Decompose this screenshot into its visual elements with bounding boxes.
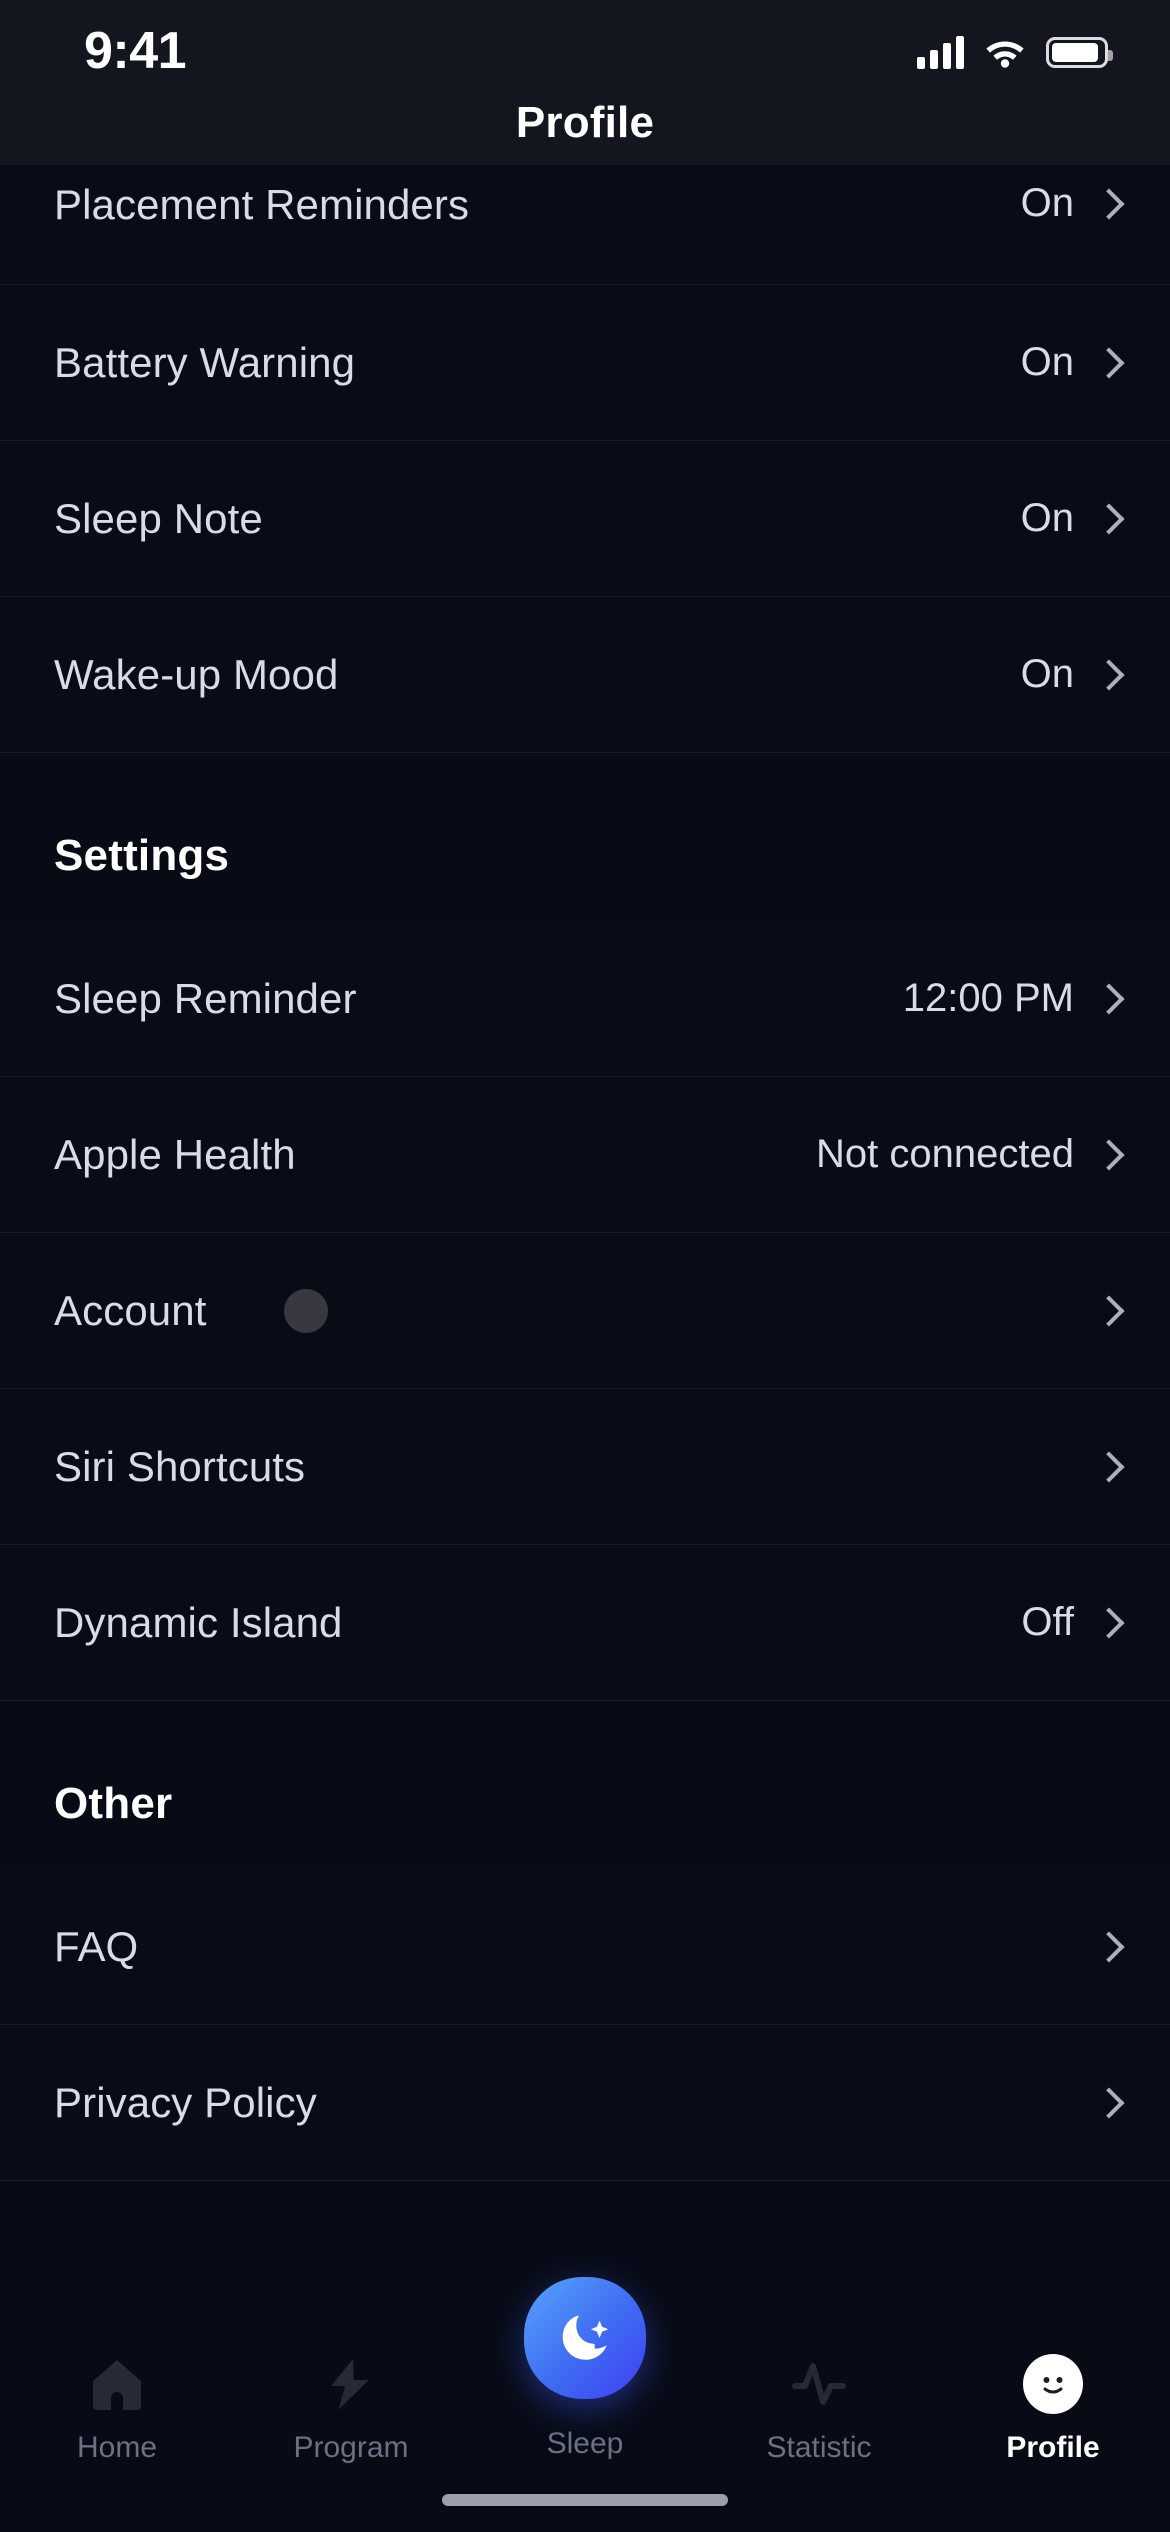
row-dynamic-island[interactable]: Dynamic Island Off (0, 1545, 1170, 1701)
row-privacy-policy[interactable]: Privacy Policy (0, 2025, 1170, 2181)
row-label: Sleep Reminder (54, 974, 357, 1022)
row-value: On (1020, 652, 1074, 696)
cellular-signal-icon (917, 35, 964, 69)
row-account[interactable]: Account (0, 1233, 1170, 1389)
chevron-right-icon (1096, 1294, 1116, 1328)
row-accessory (1096, 1930, 1116, 1964)
row-wake-up-mood[interactable]: Wake-up Mood On (0, 597, 1170, 753)
moon-star-icon (562, 2315, 609, 2360)
row-accessory: On (1021, 181, 1116, 226)
row-label: Battery Warning (54, 338, 356, 386)
section-header-settings: Settings (0, 753, 1170, 921)
home-icon (84, 2351, 150, 2417)
row-value: 12:00 PM (902, 976, 1074, 1020)
tab-label: Profile (1006, 2431, 1100, 2464)
section-title: Settings (54, 831, 230, 880)
row-accessory: Not connected (816, 1132, 1116, 1177)
chevron-right-icon (1096, 346, 1116, 380)
row-accessory: Off (1021, 1600, 1116, 1645)
row-label: Dynamic Island (54, 1598, 343, 1646)
tab-label: Statistic (766, 2431, 872, 2464)
row-siri-shortcuts[interactable]: Siri Shortcuts (0, 1389, 1170, 1545)
chevron-right-icon (1096, 1606, 1116, 1640)
pulse-wave-icon (786, 2351, 852, 2417)
row-battery-warning[interactable]: Battery Warning On (0, 285, 1170, 441)
home-indicator (442, 2494, 728, 2506)
tab-home[interactable]: Home (0, 2351, 234, 2465)
row-value: Off (1021, 1600, 1074, 1644)
row-label: Wake-up Mood (54, 650, 339, 698)
tab-profile[interactable]: Profile (936, 2351, 1170, 2465)
chevron-right-icon (1096, 1138, 1116, 1172)
avatar-face-icon (1020, 2351, 1086, 2417)
row-label: Siri Shortcuts (54, 1442, 306, 1490)
status-bar: 9:41 (0, 0, 1170, 92)
row-label: Apple Health (54, 1130, 296, 1178)
row-value: On (1020, 181, 1074, 225)
chevron-right-icon (1096, 1450, 1116, 1484)
row-value: On (1020, 340, 1074, 384)
row-label: FAQ (54, 1922, 139, 1970)
row-accessory (1096, 1294, 1116, 1328)
sleep-action-button[interactable] (524, 2277, 646, 2399)
page-title: Profile (515, 98, 655, 147)
row-label: Sleep Note (54, 494, 263, 542)
row-faq[interactable]: FAQ (0, 1869, 1170, 2025)
tab-label: Program (293, 2431, 409, 2464)
tab-label: Sleep (546, 2427, 624, 2460)
chevron-right-icon (1096, 502, 1116, 536)
status-bar-indicators (917, 35, 1113, 69)
tab-statistic[interactable]: Statistic (702, 2351, 936, 2465)
row-sleep-note[interactable]: Sleep Note On (0, 441, 1170, 597)
row-placement-reminders[interactable]: Placement Reminders On (0, 165, 1170, 285)
row-accessory: 12:00 PM (903, 976, 1116, 1021)
chevron-right-icon (1096, 187, 1116, 221)
section-title: Other (54, 1779, 173, 1828)
row-label: Placement Reminders (54, 181, 470, 228)
row-accessory (1096, 1450, 1116, 1484)
tab-program[interactable]: Program (234, 2351, 468, 2465)
row-value: On (1020, 496, 1074, 540)
row-sleep-reminder[interactable]: Sleep Reminder 12:00 PM (0, 921, 1170, 1077)
wifi-icon (986, 41, 1024, 68)
lightning-bolt-icon (318, 2351, 384, 2417)
row-accessory: On (1021, 496, 1116, 541)
chevron-right-icon (1096, 1930, 1116, 1964)
row-label: Privacy Policy (54, 2078, 317, 2126)
chevron-right-icon (1096, 2086, 1116, 2120)
tab-label: Home (76, 2431, 158, 2464)
section-header-other: Other (0, 1701, 1170, 1869)
chevron-right-icon (1096, 982, 1116, 1016)
row-accessory: On (1021, 652, 1116, 697)
chevron-right-icon (1096, 658, 1116, 692)
settings-scroll-view[interactable]: Placement Reminders On Battery Warning O… (0, 165, 1170, 2405)
avatar (284, 1288, 329, 1333)
battery-icon (1046, 36, 1113, 68)
row-apple-health[interactable]: Apple Health Not connected (0, 1077, 1170, 1233)
row-label: Account (54, 1286, 207, 1334)
row-accessory (1096, 2086, 1116, 2120)
row-value: Not connected (816, 1132, 1074, 1176)
tab-sleep[interactable]: Sleep (468, 2277, 702, 2461)
status-bar-time: 9:41 (84, 22, 187, 80)
row-accessory: On (1021, 340, 1116, 385)
